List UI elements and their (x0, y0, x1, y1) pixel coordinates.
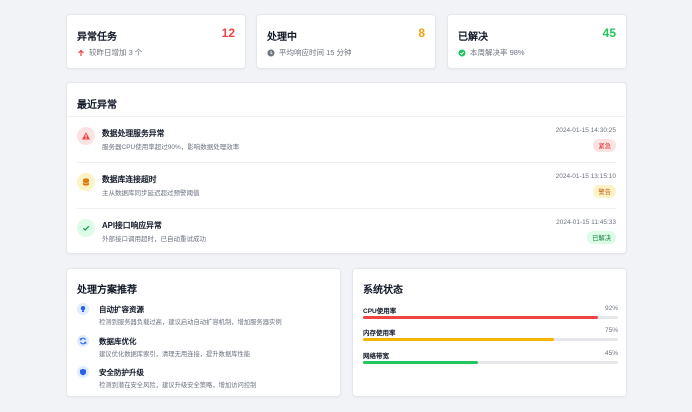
panel-title: 系统状态 (363, 285, 403, 296)
metric-network: 网络带宽 45% (363, 350, 618, 368)
stat-sub-label: 平均响应时间 15 分钟 (279, 48, 352, 57)
metric-label: 内存使用率 (363, 330, 396, 337)
panel-title: 处理方案推荐 (77, 285, 137, 296)
sync-icon (77, 335, 89, 347)
clock-icon (267, 49, 275, 57)
lightbulb-icon (77, 303, 89, 315)
status-badge: 已解决 (587, 231, 616, 244)
database-icon (77, 173, 95, 191)
stat-value: 45 (602, 26, 616, 40)
anomaly-time: 2024-01-15 11:45:33 (556, 219, 616, 226)
status-badge: 警告 (593, 185, 616, 198)
metric-label: 网络带宽 (363, 353, 389, 360)
anomaly-desc: 服务器CPU使用率超过90%，影响数据处理效率 (102, 144, 240, 151)
progress-fill (363, 316, 598, 319)
solution-title: 安全防护升级 (99, 368, 144, 377)
stat-title: 已解决 (458, 32, 488, 43)
progress-track (363, 338, 618, 341)
list-item[interactable]: 数据处理服务异常 服务器CPU使用率超过90%，影响数据处理效率 2024-01… (67, 117, 626, 163)
check-circle-icon (458, 49, 466, 57)
stat-title: 异常任务 (77, 32, 117, 43)
progress-fill (363, 338, 555, 341)
stat-value: 12 (221, 26, 235, 40)
solution-desc: 检测到潜在安全风险，建议升级安全策略，增加访问控制 (99, 382, 257, 389)
stat-sub-label: 本周解决率 98% (470, 48, 525, 57)
metric-value: 45% (604, 350, 618, 357)
solution-desc: 检测到服务器负载过高，建议启动自动扩容机制，增加服务器实例 (99, 319, 282, 326)
stat-card-processing[interactable]: 处理中 8 平均响应时间 15 分钟 (256, 14, 436, 69)
progress-track (363, 361, 618, 364)
stat-card-resolved[interactable]: 已解决 45 本周解决率 98% (447, 14, 627, 69)
check-icon (77, 219, 95, 237)
anomaly-desc: 外部接口调用超时，已自动重试成功 (102, 236, 206, 243)
anomaly-time: 2024-01-15 14:30:25 (555, 127, 616, 134)
metric-label: CPU使用率 (363, 308, 397, 315)
anomaly-title: 数据库连接超时 (102, 175, 157, 184)
solution-desc: 建议优化数据库索引，清理无用连接，提升数据库性能 (99, 351, 251, 358)
metric-memory: 内存使用率 75% (363, 327, 618, 345)
stat-card-abnormal[interactable]: 异常任务 12 较昨日增加 3 个 (66, 14, 246, 69)
solution-title: 自动扩容资源 (99, 305, 144, 314)
progress-fill (363, 361, 478, 364)
stat-sub-label: 较昨日增加 3 个 (89, 48, 143, 57)
metric-cpu: CPU使用率 92% (363, 305, 618, 323)
solution-title: 数据库优化 (99, 337, 137, 346)
metric-value: 92% (604, 305, 618, 312)
stat-subtext: 平均响应时间 15 分钟 (267, 47, 352, 58)
recent-anomalies-panel: 最近异常 数据处理服务异常 服务器CPU使用率超过90%，影响数据处理效率 20… (66, 82, 627, 254)
stat-title: 处理中 (267, 32, 297, 43)
anomaly-time: 2024-01-15 13:15:10 (555, 173, 616, 180)
stat-subtext: 本周解决率 98% (458, 47, 525, 58)
stat-subtext: 较昨日增加 3 个 (77, 47, 142, 58)
system-status-panel: 系统状态 CPU使用率 92% 内存使用率 75% 网络带宽 45% (352, 268, 627, 397)
dashboard-page: 异常任务 12 较昨日增加 3 个 处理中 8 平均响应时间 15 分钟 已解决… (0, 0, 692, 412)
anomaly-title: API接口响应异常 (102, 221, 162, 230)
shield-icon (77, 366, 89, 378)
solutions-panel: 处理方案推荐 自动扩容资源 检测到服务器负载过高，建议启动自动扩容机制，增加服务… (66, 268, 341, 397)
warning-icon (77, 127, 95, 145)
panel-title: 最近异常 (77, 100, 117, 111)
list-item[interactable]: API接口响应异常 外部接口调用超时，已自动重试成功 2024-01-15 11… (67, 209, 626, 255)
metric-value: 75% (604, 327, 618, 334)
anomaly-desc: 主从数据库同步延迟超过预警阈值 (102, 190, 200, 197)
progress-track (363, 316, 618, 319)
stat-value: 8 (418, 26, 425, 40)
list-item[interactable]: 数据库连接超时 主从数据库同步延迟超过预警阈值 2024-01-15 13:15… (67, 163, 626, 209)
arrow-up-icon (77, 49, 85, 57)
status-badge: 紧急 (593, 139, 616, 152)
anomaly-title: 数据处理服务异常 (102, 129, 165, 138)
